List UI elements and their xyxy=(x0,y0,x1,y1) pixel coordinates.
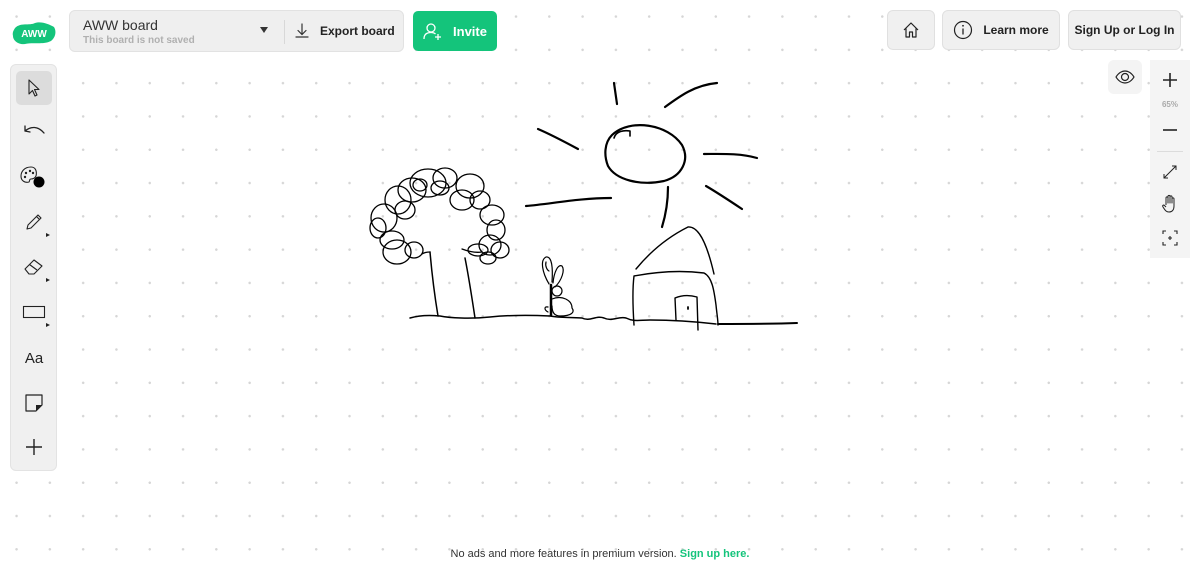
cursor-icon xyxy=(28,79,40,97)
ground-drawing xyxy=(409,314,798,325)
zoom-in-button[interactable] xyxy=(1150,66,1190,94)
sun-ray xyxy=(524,196,613,208)
pan-button[interactable] xyxy=(1150,190,1190,218)
sun-ray xyxy=(536,127,580,151)
divider xyxy=(284,20,285,44)
rectangle-icon xyxy=(22,305,46,319)
zoom-level: 65% xyxy=(1161,100,1178,109)
house-door xyxy=(674,294,699,331)
tree-trunk-right xyxy=(464,257,476,319)
focus-icon xyxy=(1162,230,1178,246)
sun-ray xyxy=(612,81,619,106)
board-name[interactable]: AWW board xyxy=(83,17,158,33)
tree-trunk-left xyxy=(429,251,439,317)
house-roof xyxy=(635,226,715,275)
learn-more-button[interactable]: Learn more xyxy=(942,10,1060,50)
sun-ray xyxy=(660,185,670,229)
submenu-arrow-icon xyxy=(46,278,50,282)
eraser-icon xyxy=(24,259,43,275)
sticky-note-icon xyxy=(25,394,43,412)
submenu-arrow-icon xyxy=(46,323,50,327)
download-icon xyxy=(295,23,309,38)
shape-tool[interactable] xyxy=(16,295,52,329)
zoom-out-button[interactable] xyxy=(1150,116,1190,144)
view-mode-button[interactable] xyxy=(1108,60,1142,94)
fullscreen-button[interactable] xyxy=(1150,158,1190,186)
premium-text: No ads and more features in premium vers… xyxy=(450,548,680,560)
select-tool[interactable] xyxy=(16,71,52,105)
board-selector: AWW board This board is not saved Export… xyxy=(69,10,404,52)
logo-icon: AWW xyxy=(12,22,56,45)
eye-icon xyxy=(1115,70,1135,84)
eraser-tool[interactable] xyxy=(16,250,52,284)
signup-link[interactable]: Sign up here. xyxy=(680,548,750,560)
plus-icon xyxy=(1163,73,1177,87)
board-dropdown-icon[interactable] xyxy=(260,27,268,33)
premium-banner: No ads and more features in premium vers… xyxy=(0,548,1200,560)
home-button[interactable] xyxy=(887,10,935,50)
signup-login-label: Sign Up or Log In xyxy=(1074,23,1175,37)
divider xyxy=(1157,151,1183,152)
pen-tool[interactable] xyxy=(16,205,52,239)
submenu-arrow-icon xyxy=(46,233,50,237)
zoom-panel: 65% xyxy=(1150,60,1190,258)
home-icon xyxy=(903,22,919,38)
info-icon xyxy=(954,20,973,40)
sun-drawing xyxy=(524,81,759,229)
undo-icon xyxy=(24,125,45,134)
add-user-icon xyxy=(423,23,442,40)
rabbit-drawing xyxy=(541,256,574,317)
house-drawing xyxy=(632,226,719,331)
board-save-status: This board is not saved xyxy=(83,35,195,46)
text-tool[interactable]: Aa xyxy=(16,341,52,375)
pencil-icon xyxy=(26,214,42,230)
sun-ray xyxy=(702,152,759,160)
palette-icon xyxy=(20,166,45,188)
tree-drawing xyxy=(369,167,510,319)
current-color-swatch xyxy=(33,176,45,188)
signup-login-button[interactable]: Sign Up or Log In xyxy=(1068,10,1181,50)
aww-logo[interactable]: AWW xyxy=(11,20,57,46)
plus-icon xyxy=(26,439,42,455)
export-board-button[interactable]: Export board xyxy=(294,11,404,51)
tool-sidebar: Aa xyxy=(10,64,57,471)
color-tool[interactable] xyxy=(16,160,52,194)
svg-text:AWW: AWW xyxy=(21,29,47,40)
export-board-label: Export board xyxy=(320,24,395,38)
sun-ray xyxy=(663,81,719,109)
add-tool[interactable] xyxy=(16,430,52,464)
hand-icon xyxy=(1162,194,1175,213)
learn-more-label: Learn more xyxy=(983,23,1049,37)
invite-button[interactable]: Invite xyxy=(413,11,497,51)
fit-to-screen-button[interactable] xyxy=(1150,224,1190,252)
minus-icon xyxy=(1163,129,1177,131)
expand-icon xyxy=(1163,165,1177,179)
drawing-layer[interactable] xyxy=(0,0,1200,565)
invite-label: Invite xyxy=(453,23,487,39)
text-icon: Aa xyxy=(24,349,44,367)
sun-ray xyxy=(704,184,744,211)
sticky-note-tool[interactable] xyxy=(16,386,52,420)
undo-tool[interactable] xyxy=(16,115,52,149)
